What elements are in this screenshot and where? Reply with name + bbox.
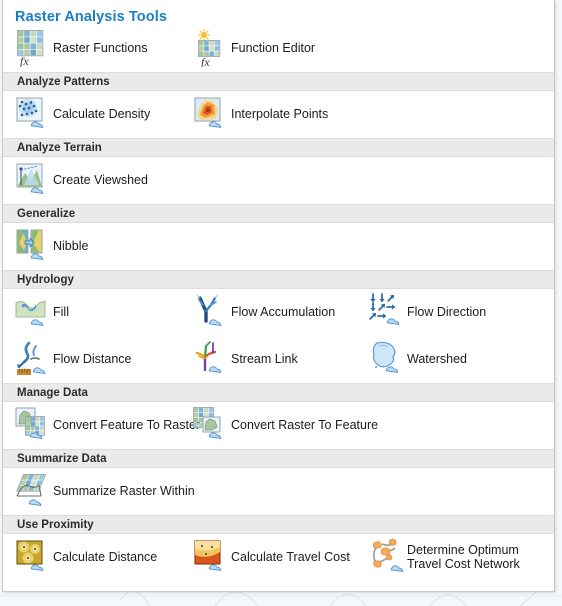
tool-calculate-density[interactable]: Calculate Density xyxy=(15,95,150,133)
tool-label: Create Viewshed xyxy=(53,173,148,187)
stream-link-icon xyxy=(193,340,227,378)
svg-text:fx: fx xyxy=(201,55,210,67)
group-header-manage-data: Manage Data xyxy=(3,383,554,402)
tool-label: Convert Raster To Feature xyxy=(231,418,379,432)
tool-label: Fill xyxy=(53,305,69,319)
svg-text:fx: fx xyxy=(20,54,29,67)
tool-label: Interpolate Points xyxy=(231,107,329,121)
tool-label: Function Editor xyxy=(231,41,316,55)
convert-feature-to-raster-icon xyxy=(15,406,49,444)
watershed-icon xyxy=(369,340,403,378)
tool-label: Summarize Raster Within xyxy=(53,484,195,498)
tool-raster-functions[interactable]: fx Raster Functions xyxy=(15,29,147,67)
tool-row: Fill Flow Accumulation Flow Direction xyxy=(3,289,554,336)
tool-flow-accumulation[interactable]: Flow Accumulation xyxy=(193,293,335,331)
tool-label: Flow Distance xyxy=(53,352,132,366)
tool-determine-optimum-travel-cost-network[interactable]: Determine Optimum Travel Cost Network xyxy=(369,538,520,576)
tool-row: Convert Feature To Raster Convert Raster … xyxy=(3,402,554,449)
tool-group-summarize-data: Summarize Data Summarize Raster Within xyxy=(3,449,554,515)
create-viewshed-icon xyxy=(15,161,49,199)
group-header-analyze-terrain: Analyze Terrain xyxy=(3,138,554,157)
calculate-distance-icon xyxy=(15,538,49,576)
tool-create-viewshed[interactable]: Create Viewshed xyxy=(15,161,148,199)
tool-group-analyze-patterns: Analyze Patterns Calculate Density Interpo… xyxy=(3,72,554,138)
tool-label: Nibble xyxy=(53,239,89,253)
tool-group-hydrology: Hydrology Fill Flow Accumulation Flow Direc… xyxy=(3,270,554,383)
raster-analysis-tools-panel: Raster Analysis Tools fx Raster Functions… xyxy=(2,0,555,592)
calculate-travel-cost-icon xyxy=(193,538,227,576)
fill-icon xyxy=(15,293,49,331)
tool-calculate-distance[interactable]: Calculate Distance xyxy=(15,538,157,576)
flow-direction-icon xyxy=(369,293,403,331)
tool-label: Raster Functions xyxy=(53,41,148,55)
tool-groups-container: fx Raster Functions fx Function Editor Analy… xyxy=(3,25,554,591)
tool-convert-feature-to-raster[interactable]: Convert Feature To Raster xyxy=(15,406,200,444)
page-title: Raster Analysis Tools xyxy=(15,9,167,25)
tool-row: Calculate Density Interpolate Points xyxy=(3,91,554,138)
tool-nibble[interactable]: Nibble xyxy=(15,227,88,265)
summarize-raster-within-icon xyxy=(15,472,49,510)
group-header-generalize: Generalize xyxy=(3,204,554,223)
tool-row: Summarize Raster Within xyxy=(3,468,554,515)
tool-flow-direction[interactable]: Flow Direction xyxy=(369,293,486,331)
nibble-icon xyxy=(15,227,49,265)
group-header-use-proximity: Use Proximity xyxy=(3,515,554,534)
tool-label: Calculate Distance xyxy=(53,550,158,564)
tool-label: Convert Feature To Raster xyxy=(53,418,201,432)
tool-flow-distance[interactable]: Flow Distance xyxy=(15,340,132,378)
tool-label: Flow Accumulation xyxy=(231,305,336,319)
tool-row: Flow Distance Stream Link Watershed xyxy=(3,336,554,383)
convert-raster-to-feature-icon xyxy=(193,406,227,444)
tool-row: Determine Travel Cost Paths To Destinati… xyxy=(3,589,554,591)
tool-group-analyze-terrain: Analyze Terrain Create Viewshed xyxy=(3,138,554,204)
tool-group-manage-data: Manage Data Convert Feature To Raster Conv… xyxy=(3,383,554,449)
tool-stream-link[interactable]: Stream Link xyxy=(193,340,298,378)
tool-watershed[interactable]: Watershed xyxy=(369,340,467,378)
tool-interpolate-points[interactable]: Interpolate Points xyxy=(193,95,328,133)
tool-label: Determine Optimum Travel Cost Network xyxy=(407,543,520,571)
tool-label: Flow Direction xyxy=(407,305,487,319)
interpolate-points-icon xyxy=(193,95,227,133)
determine-optimum-travel-cost-network-icon xyxy=(369,538,403,576)
flow-accumulation-icon xyxy=(193,293,227,331)
group-header-analyze-patterns: Analyze Patterns xyxy=(3,72,554,91)
tool-label: Stream Link xyxy=(231,352,298,366)
function-editor-icon: fx xyxy=(193,29,227,67)
tool-row: Calculate Distance Calculate Travel Cost D… xyxy=(3,534,554,589)
tool-label: Calculate Travel Cost xyxy=(231,550,350,564)
calculate-density-icon xyxy=(15,95,49,133)
tool-calculate-travel-cost[interactable]: Calculate Travel Cost xyxy=(193,538,350,576)
tool-convert-raster-to-feature[interactable]: Convert Raster To Feature xyxy=(193,406,378,444)
flow-distance-icon xyxy=(15,340,49,378)
tool-group-top: fx Raster Functions fx Function Editor xyxy=(3,25,554,72)
tool-row: fx Raster Functions fx Function Editor xyxy=(3,25,554,72)
tool-label: Calculate Density xyxy=(53,107,151,121)
tool-row: Create Viewshed xyxy=(3,157,554,204)
tool-row: Nibble xyxy=(3,223,554,270)
group-header-summarize-data: Summarize Data xyxy=(3,449,554,468)
tool-fill[interactable]: Fill xyxy=(15,293,69,331)
tool-group-use-proximity: Use Proximity Calculate Distance Calculate… xyxy=(3,515,554,591)
raster-functions-icon: fx xyxy=(15,29,49,67)
group-header-hydrology: Hydrology xyxy=(3,270,554,289)
tool-function-editor[interactable]: fx Function Editor xyxy=(193,29,315,67)
tool-summarize-raster-within[interactable]: Summarize Raster Within xyxy=(15,472,195,510)
tool-group-generalize: Generalize Nibble xyxy=(3,204,554,270)
tool-label: Watershed xyxy=(407,352,467,366)
